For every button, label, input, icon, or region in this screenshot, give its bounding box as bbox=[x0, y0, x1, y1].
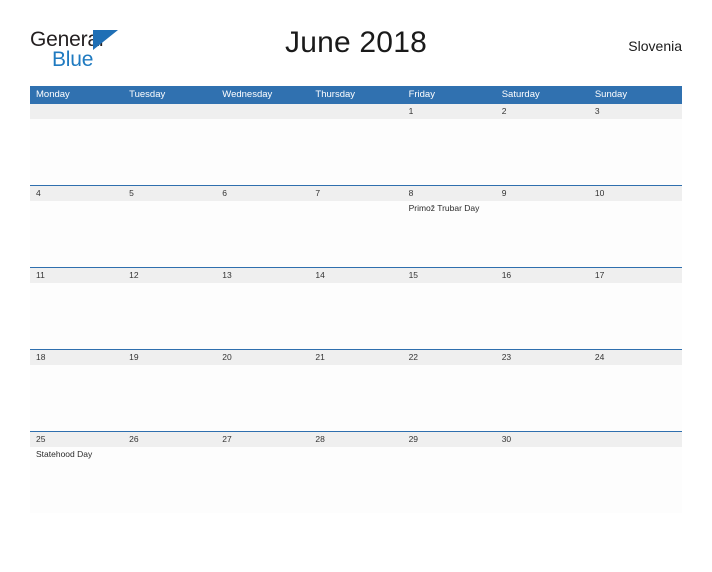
day-cell[interactable] bbox=[309, 283, 402, 349]
day-cell[interactable] bbox=[30, 283, 123, 349]
day-number[interactable]: 20 bbox=[216, 350, 309, 365]
week-event-band bbox=[30, 119, 682, 185]
day-cell[interactable] bbox=[216, 119, 309, 185]
week-event-band: Statehood Day bbox=[30, 447, 682, 513]
week-row: 18 19 20 21 22 23 24 bbox=[30, 349, 682, 431]
day-cell[interactable] bbox=[589, 119, 682, 185]
event-label: Primož Trubar Day bbox=[408, 203, 480, 213]
day-number[interactable]: 11 bbox=[30, 268, 123, 283]
day-cell[interactable] bbox=[216, 201, 309, 267]
weekday-thursday: Thursday bbox=[315, 89, 356, 100]
day-cell[interactable] bbox=[403, 365, 496, 431]
event-label: Statehood Day bbox=[36, 449, 93, 459]
day-cell[interactable] bbox=[216, 447, 309, 513]
day-number[interactable] bbox=[589, 432, 682, 447]
day-cell[interactable] bbox=[496, 447, 589, 513]
day-number[interactable]: 4 bbox=[30, 186, 123, 201]
day-number[interactable]: 9 bbox=[496, 186, 589, 201]
day-cell[interactable] bbox=[589, 283, 682, 349]
day-number[interactable]: 30 bbox=[496, 432, 589, 447]
day-cell[interactable] bbox=[589, 201, 682, 267]
week-row: 25 26 27 28 29 30 Statehood Day bbox=[30, 431, 682, 513]
day-cell[interactable] bbox=[30, 119, 123, 185]
week-row: 1 2 3 bbox=[30, 104, 682, 185]
day-number[interactable]: 12 bbox=[123, 268, 216, 283]
day-cell[interactable] bbox=[496, 365, 589, 431]
weekday-tuesday: Tuesday bbox=[129, 89, 166, 100]
day-number[interactable]: 7 bbox=[309, 186, 402, 201]
day-cell[interactable]: Statehood Day bbox=[30, 447, 123, 513]
day-number[interactable]: 3 bbox=[589, 104, 682, 119]
day-number[interactable]: 25 bbox=[30, 432, 123, 447]
day-number[interactable]: 27 bbox=[216, 432, 309, 447]
week-date-band: 18 19 20 21 22 23 24 bbox=[30, 350, 682, 365]
region-label: Slovenia bbox=[628, 38, 682, 54]
day-cell[interactable] bbox=[403, 119, 496, 185]
day-number[interactable]: 16 bbox=[496, 268, 589, 283]
week-date-band: 1 2 3 bbox=[30, 104, 682, 119]
week-event-band bbox=[30, 365, 682, 431]
day-number[interactable]: 1 bbox=[403, 104, 496, 119]
day-cell[interactable] bbox=[496, 119, 589, 185]
week-row: 11 12 13 14 15 16 17 bbox=[30, 267, 682, 349]
weekday-monday: Monday bbox=[36, 89, 70, 100]
weekday-saturday: Saturday bbox=[501, 89, 540, 100]
day-number[interactable]: 5 bbox=[123, 186, 216, 201]
weekday-header-row: Monday Tuesday Wednesday Thursday Friday… bbox=[30, 86, 682, 104]
day-number[interactable]: 15 bbox=[403, 268, 496, 283]
day-number[interactable] bbox=[30, 104, 123, 119]
day-cell[interactable] bbox=[30, 365, 123, 431]
week-event-band: Primož Trubar Day bbox=[30, 201, 682, 267]
day-cell[interactable] bbox=[123, 119, 216, 185]
day-number[interactable]: 14 bbox=[309, 268, 402, 283]
day-cell[interactable] bbox=[589, 365, 682, 431]
day-number[interactable]: 19 bbox=[123, 350, 216, 365]
day-cell[interactable] bbox=[216, 283, 309, 349]
day-number[interactable]: 13 bbox=[216, 268, 309, 283]
day-number[interactable]: 29 bbox=[403, 432, 496, 447]
day-cell[interactable] bbox=[30, 201, 123, 267]
day-number[interactable] bbox=[309, 104, 402, 119]
day-cell[interactable] bbox=[309, 365, 402, 431]
day-number[interactable] bbox=[216, 104, 309, 119]
day-cell[interactable] bbox=[123, 201, 216, 267]
day-number[interactable]: 18 bbox=[30, 350, 123, 365]
day-cell[interactable] bbox=[123, 365, 216, 431]
week-row: 4 5 6 7 8 9 10 Primož Trubar Day bbox=[30, 185, 682, 267]
week-date-band: 25 26 27 28 29 30 bbox=[30, 432, 682, 447]
page-header: General Blue June 2018 Slovenia bbox=[30, 22, 682, 76]
calendar-grid: Monday Tuesday Wednesday Thursday Friday… bbox=[30, 86, 682, 513]
day-cell[interactable] bbox=[216, 365, 309, 431]
day-number[interactable]: 22 bbox=[403, 350, 496, 365]
day-number[interactable]: 24 bbox=[589, 350, 682, 365]
weekday-wednesday: Wednesday bbox=[222, 89, 273, 100]
day-cell[interactable] bbox=[496, 201, 589, 267]
page-title: June 2018 bbox=[285, 26, 427, 59]
day-cell[interactable] bbox=[123, 283, 216, 349]
day-cell[interactable] bbox=[309, 201, 402, 267]
weekday-sunday: Sunday bbox=[594, 89, 628, 100]
day-number[interactable]: 23 bbox=[496, 350, 589, 365]
day-cell[interactable] bbox=[403, 447, 496, 513]
week-date-band: 11 12 13 14 15 16 17 bbox=[30, 268, 682, 283]
day-number[interactable]: 8 bbox=[403, 186, 496, 201]
day-cell[interactable] bbox=[403, 283, 496, 349]
day-number[interactable]: 21 bbox=[309, 350, 402, 365]
day-number[interactable] bbox=[123, 104, 216, 119]
day-number[interactable]: 2 bbox=[496, 104, 589, 119]
day-cell[interactable] bbox=[589, 447, 682, 513]
weekday-friday: Friday bbox=[408, 89, 435, 100]
day-cell[interactable] bbox=[309, 119, 402, 185]
week-date-band: 4 5 6 7 8 9 10 bbox=[30, 186, 682, 201]
day-number[interactable]: 10 bbox=[589, 186, 682, 201]
day-number[interactable]: 17 bbox=[589, 268, 682, 283]
week-event-band bbox=[30, 283, 682, 349]
day-cell[interactable] bbox=[309, 447, 402, 513]
day-cell[interactable]: Primož Trubar Day bbox=[403, 201, 496, 267]
day-number[interactable]: 28 bbox=[309, 432, 402, 447]
day-cell[interactable] bbox=[496, 283, 589, 349]
day-number[interactable]: 6 bbox=[216, 186, 309, 201]
day-number[interactable]: 26 bbox=[123, 432, 216, 447]
day-cell[interactable] bbox=[123, 447, 216, 513]
